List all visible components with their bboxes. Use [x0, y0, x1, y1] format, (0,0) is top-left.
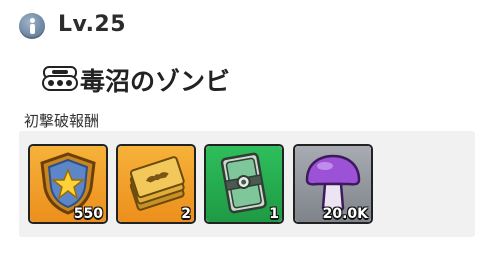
level-label: Lv.25	[58, 12, 127, 37]
unit-name: 毒沼のゾンビ	[80, 67, 231, 96]
card-pack-icon	[220, 152, 267, 214]
reward-item-card-pack[interactable]: 1	[204, 144, 284, 224]
reward-item-shield[interactable]: 550	[28, 144, 108, 224]
first-clear-reward-caption: 初撃破報酬	[24, 112, 100, 130]
reward-amount: 1	[269, 206, 279, 222]
info-icon[interactable]	[19, 13, 45, 39]
reward-item-mushroom[interactable]: 20.0K	[293, 144, 373, 224]
reward-amount: 550	[73, 206, 103, 222]
tank-unit-icon	[42, 66, 78, 91]
reward-amount: 20.0K	[322, 206, 368, 222]
reward-amount: 2	[181, 206, 191, 222]
reward-item-ticket[interactable]: 2	[116, 144, 196, 224]
gold-ticket-icon	[129, 156, 185, 211]
